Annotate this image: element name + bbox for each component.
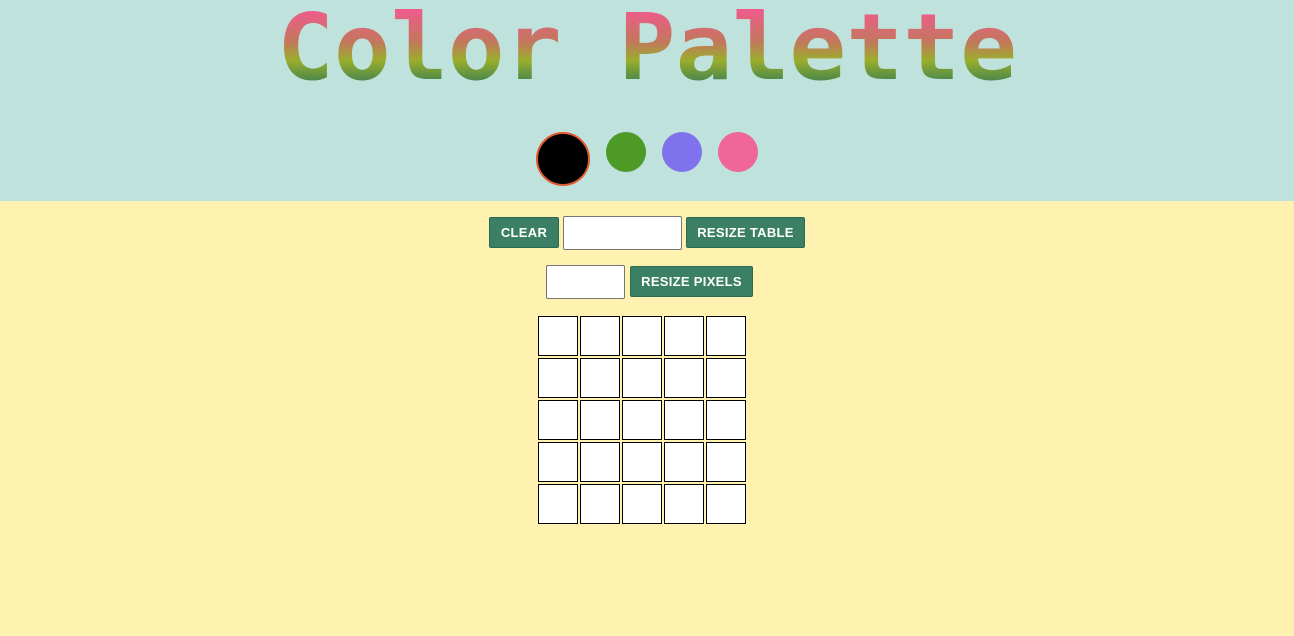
grid-cell[interactable] bbox=[580, 316, 620, 356]
grid-cell[interactable] bbox=[622, 358, 662, 398]
swatch-pink[interactable] bbox=[718, 132, 758, 172]
grid-cell[interactable] bbox=[664, 316, 704, 356]
grid-row bbox=[538, 484, 746, 524]
color-palette bbox=[0, 132, 1294, 192]
resize-pixels-button[interactable]: RESIZE PIXELS bbox=[630, 266, 753, 297]
grid-row bbox=[538, 316, 746, 356]
grid-cell[interactable] bbox=[580, 358, 620, 398]
grid-row bbox=[538, 442, 746, 482]
grid-cell[interactable] bbox=[622, 316, 662, 356]
page-title: Color Palette bbox=[277, 0, 1017, 101]
page-title-text: Color Palette bbox=[277, 0, 1017, 101]
swatch-black[interactable] bbox=[536, 132, 590, 186]
clear-button[interactable]: CLEAR bbox=[489, 217, 559, 248]
grid-cell[interactable] bbox=[706, 316, 746, 356]
grid-cell[interactable] bbox=[706, 400, 746, 440]
grid-row bbox=[538, 400, 746, 440]
grid-row bbox=[538, 358, 746, 398]
grid-cell[interactable] bbox=[664, 442, 704, 482]
grid-cell[interactable] bbox=[538, 358, 578, 398]
grid-cell[interactable] bbox=[664, 400, 704, 440]
table-size-input[interactable] bbox=[563, 216, 682, 250]
grid-cell[interactable] bbox=[664, 484, 704, 524]
pixel-grid bbox=[536, 314, 748, 526]
grid-cell[interactable] bbox=[538, 442, 578, 482]
resize-table-button[interactable]: RESIZE TABLE bbox=[686, 217, 805, 248]
grid-cell[interactable] bbox=[622, 442, 662, 482]
grid-cell[interactable] bbox=[706, 442, 746, 482]
grid-cell[interactable] bbox=[706, 358, 746, 398]
grid-cell[interactable] bbox=[622, 400, 662, 440]
pixel-size-input[interactable] bbox=[546, 265, 625, 299]
grid-cell[interactable] bbox=[580, 400, 620, 440]
grid-cell[interactable] bbox=[664, 358, 704, 398]
grid-cell[interactable] bbox=[538, 316, 578, 356]
swatch-green[interactable] bbox=[606, 132, 646, 172]
app-header: Color Palette bbox=[0, 0, 1294, 201]
grid-cell[interactable] bbox=[622, 484, 662, 524]
grid-cell[interactable] bbox=[538, 400, 578, 440]
swatch-purple[interactable] bbox=[662, 132, 702, 172]
grid-cell[interactable] bbox=[580, 442, 620, 482]
grid-cell[interactable] bbox=[706, 484, 746, 524]
grid-cell[interactable] bbox=[538, 484, 578, 524]
grid-cell[interactable] bbox=[580, 484, 620, 524]
